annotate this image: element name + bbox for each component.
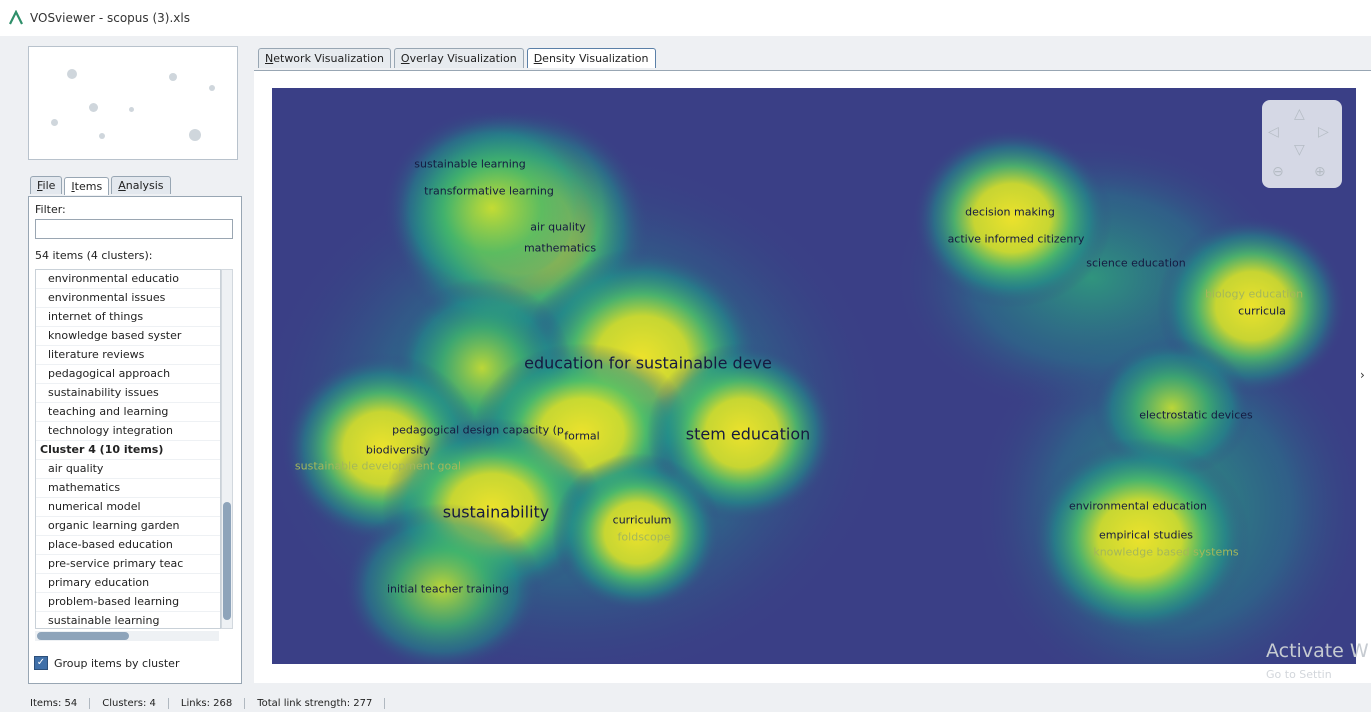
list-item[interactable]: internet of things bbox=[36, 308, 220, 327]
density-heat-layer bbox=[272, 108, 1356, 664]
left-tabs: File Items Analysis bbox=[30, 176, 173, 195]
term-label[interactable]: air quality bbox=[530, 221, 585, 234]
overview-dot bbox=[169, 73, 177, 81]
zoom-out-icon[interactable]: ⊖ bbox=[1272, 164, 1284, 180]
overview-dot bbox=[89, 103, 98, 112]
tab-network-visualization[interactable]: Network Visualization bbox=[258, 48, 391, 68]
term-label[interactable]: formal bbox=[564, 430, 599, 443]
status-link-strength: Total link strength: 277 bbox=[245, 697, 386, 709]
status-clusters: Clusters: 4 bbox=[90, 697, 169, 709]
list-item[interactable]: environmental issues bbox=[36, 289, 220, 308]
term-label[interactable]: stem education bbox=[686, 425, 811, 444]
pan-left-icon[interactable]: ◁ bbox=[1268, 124, 1279, 140]
cluster-header[interactable]: Cluster 4 (10 items) bbox=[36, 441, 220, 460]
tab-items[interactable]: Items bbox=[64, 177, 110, 195]
filter-input[interactable] bbox=[35, 219, 233, 239]
overview-dot bbox=[209, 85, 215, 91]
overview-map[interactable] bbox=[28, 46, 238, 160]
expand-right-icon[interactable]: › bbox=[1360, 368, 1365, 382]
pan-down-icon[interactable]: ▽ bbox=[1294, 142, 1305, 158]
term-label[interactable]: biology education bbox=[1205, 288, 1303, 301]
term-label[interactable]: sustainable development goal bbox=[295, 460, 461, 473]
list-item[interactable]: environmental educatio bbox=[36, 270, 220, 289]
item-list[interactable]: environmental educatio environmental issu… bbox=[35, 269, 221, 629]
scrollbar-thumb[interactable] bbox=[37, 632, 129, 640]
zoom-in-icon[interactable]: ⊕ bbox=[1314, 164, 1326, 180]
list-item[interactable]: sustainable learning bbox=[36, 612, 220, 628]
group-by-cluster-option[interactable]: ✓ Group items by cluster bbox=[34, 656, 179, 670]
vosviewer-logo-icon bbox=[9, 10, 23, 25]
list-item[interactable]: sustainability issues bbox=[36, 384, 220, 403]
left-panel: File Items Analysis Filter: 54 items (4 … bbox=[22, 44, 242, 684]
term-label[interactable]: foldscope bbox=[618, 531, 671, 544]
term-label[interactable]: sustainable learning bbox=[414, 158, 525, 171]
term-label[interactable]: environmental education bbox=[1069, 500, 1207, 513]
list-item[interactable]: teaching and learning bbox=[36, 403, 220, 422]
term-label[interactable]: sustainability bbox=[443, 503, 550, 522]
list-item[interactable]: literature reviews bbox=[36, 346, 220, 365]
map-navigation-pad: △ ◁ ▷ ▽ ⊖ ⊕ bbox=[1262, 100, 1342, 188]
visualization-tabs: Network Visualization Overlay Visualizat… bbox=[258, 48, 659, 68]
term-label[interactable]: curriculum bbox=[613, 514, 672, 527]
tab-density-visualization[interactable]: Density Visualization bbox=[526, 48, 656, 68]
filter-label: Filter: bbox=[35, 203, 66, 216]
activation-watermark: Activate W bbox=[1266, 640, 1369, 662]
items-panel: Filter: 54 items (4 clusters): environme… bbox=[28, 196, 242, 684]
window-title: VOSviewer - scopus (3).xls bbox=[30, 11, 190, 25]
scrollbar-thumb[interactable] bbox=[223, 502, 231, 620]
term-label[interactable]: knowledge based systems bbox=[1093, 546, 1238, 559]
term-label[interactable]: education for sustainable deve bbox=[524, 354, 772, 373]
overview-dot bbox=[67, 69, 77, 79]
list-item[interactable]: air quality bbox=[36, 460, 220, 479]
overview-dot bbox=[99, 133, 105, 139]
title-bar: VOSviewer - scopus (3).xls bbox=[0, 0, 1371, 36]
list-item[interactable]: numerical model bbox=[36, 498, 220, 517]
term-label[interactable]: science education bbox=[1086, 257, 1185, 270]
tab-overlay-visualization[interactable]: Overlay Visualization bbox=[393, 48, 524, 68]
term-label[interactable]: curricula bbox=[1238, 305, 1286, 318]
density-map[interactable]: sustainable learning transformative learn… bbox=[272, 88, 1356, 664]
term-label[interactable]: pedagogical design capacity (p bbox=[392, 424, 564, 437]
list-item[interactable]: mathematics bbox=[36, 479, 220, 498]
list-item[interactable]: primary education bbox=[36, 574, 220, 593]
list-item[interactable]: technology integration bbox=[36, 422, 220, 441]
tab-file[interactable]: File bbox=[30, 176, 63, 194]
tab-analysis[interactable]: Analysis bbox=[111, 176, 171, 194]
term-label[interactable]: initial teacher training bbox=[387, 583, 509, 596]
status-items: Items: 54 bbox=[0, 697, 91, 709]
checkbox-checked-icon[interactable]: ✓ bbox=[34, 656, 48, 670]
overview-dot bbox=[189, 129, 201, 141]
term-label[interactable]: biodiversity bbox=[366, 444, 430, 457]
list-item[interactable]: organic learning garden bbox=[36, 517, 220, 536]
term-label[interactable]: empirical studies bbox=[1099, 529, 1193, 542]
status-links: Links: 268 bbox=[169, 697, 246, 709]
pan-up-icon[interactable]: △ bbox=[1294, 106, 1305, 122]
list-item[interactable]: pre-service primary teac bbox=[36, 555, 220, 574]
status-bar: Items: 54 Clusters: 4 Links: 268 Total l… bbox=[0, 694, 1371, 712]
term-label[interactable]: electrostatic devices bbox=[1139, 409, 1253, 422]
list-item[interactable]: problem-based learning bbox=[36, 593, 220, 612]
list-item[interactable]: pedagogical approach bbox=[36, 365, 220, 384]
overview-dot bbox=[51, 119, 58, 126]
group-by-cluster-label: Group items by cluster bbox=[54, 656, 180, 670]
item-list-vertical-scrollbar[interactable] bbox=[221, 269, 233, 629]
pan-right-icon[interactable]: ▷ bbox=[1318, 124, 1329, 140]
term-label[interactable]: transformative learning bbox=[424, 185, 554, 198]
list-item[interactable]: knowledge based syster bbox=[36, 327, 220, 346]
item-list-horizontal-scrollbar[interactable] bbox=[35, 631, 219, 641]
activation-watermark-subtitle: Go to Settin bbox=[1266, 668, 1332, 681]
term-label[interactable]: active informed citizenry bbox=[948, 233, 1085, 246]
term-label[interactable]: decision making bbox=[965, 206, 1055, 219]
term-label[interactable]: mathematics bbox=[524, 242, 596, 255]
overview-dot bbox=[129, 107, 134, 112]
items-count-label: 54 items (4 clusters): bbox=[35, 249, 153, 262]
list-item[interactable]: place-based education bbox=[36, 536, 220, 555]
